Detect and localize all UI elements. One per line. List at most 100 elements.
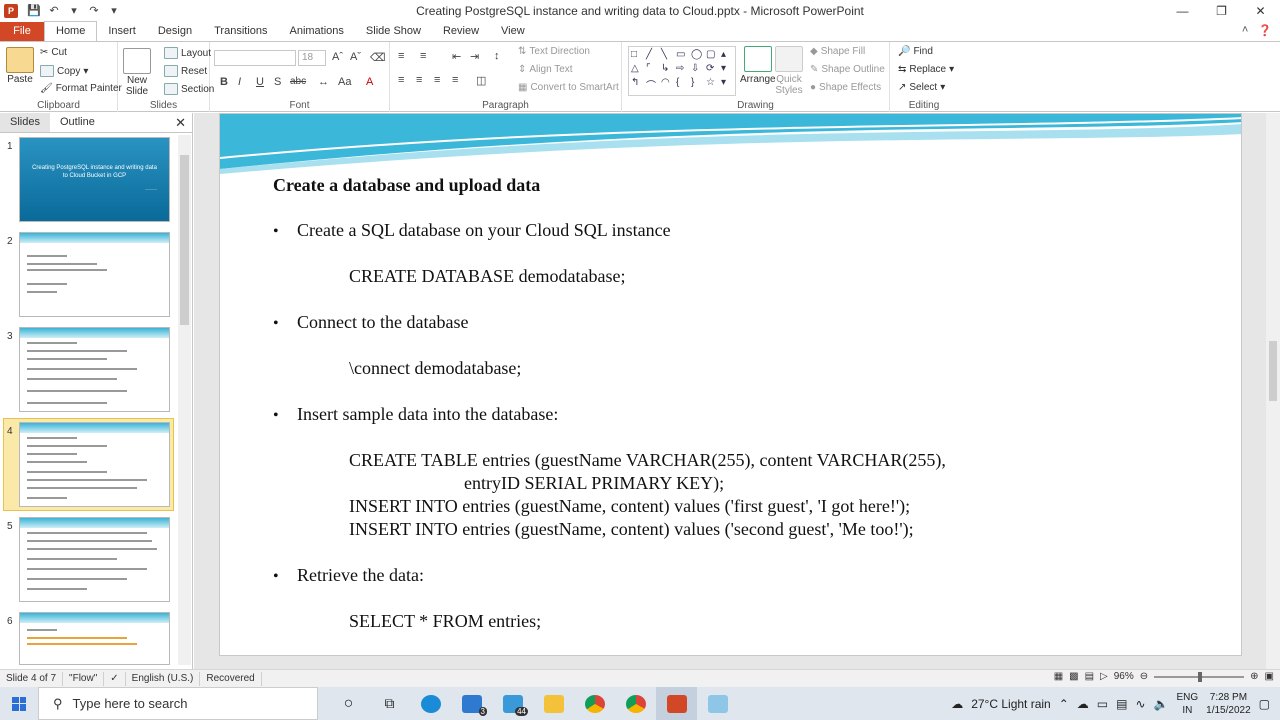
clear-format-icon[interactable]: ⌫ [370,51,386,64]
curve-shape-icon[interactable]: ⌒ [646,77,660,93]
tab-file[interactable]: File [0,22,44,41]
volume-icon[interactable]: 🔈 [1154,697,1169,711]
underline-button[interactable]: U [256,76,264,88]
convert-smartart-button[interactable]: ▦ Convert to SmartArt [518,82,619,93]
bullet-text[interactable]: Create a SQL database on your Cloud SQL … [297,220,671,241]
onedrive-icon[interactable]: ☁ [1077,697,1089,711]
elbow-shape-icon[interactable]: ⌜ [646,63,660,75]
battery-icon[interactable]: ▭ [1097,697,1108,711]
gallery-more-icon[interactable]: ▾ [721,77,735,93]
zoom-slider[interactable] [1154,671,1245,682]
grow-font-icon[interactable]: Aˆ [332,51,343,63]
align-right-icon[interactable]: ≡ [434,74,440,86]
align-center-icon[interactable]: ≡ [416,74,422,86]
triangle-shape-icon[interactable]: △ [631,63,645,75]
line-shape-icon[interactable]: ╲ [661,49,675,61]
cut-button[interactable]: ✂ Cut [40,47,67,58]
slide-heading[interactable]: Create a database and upload data [273,175,540,196]
font-color-icon[interactable]: A [366,76,373,88]
tab-insert[interactable]: Insert [97,22,147,41]
editor-scrollbar[interactable] [1266,113,1280,669]
bullet-text[interactable]: Insert sample data into the database: [297,404,558,425]
normal-view-icon[interactable]: ▦ [1054,671,1063,682]
code-line[interactable]: CREATE TABLE entries (guestName VARCHAR(… [349,450,946,471]
tab-slides[interactable]: Slides [0,113,50,132]
bold-button[interactable]: B [220,76,228,88]
tab-home[interactable]: Home [44,21,98,41]
brace-right-shape-icon[interactable]: } [691,77,705,93]
language-indicator[interactable]: English (U.S.) [126,671,201,686]
task-view-icon[interactable]: ⧉ [369,687,410,720]
paste-button[interactable]: Paste [6,47,34,85]
edge-icon[interactable] [410,687,451,720]
increase-indent-icon[interactable]: ⇥ [470,50,479,63]
weather-icon[interactable]: ☁ [951,697,963,711]
gallery-down-icon[interactable]: ▾ [721,63,735,75]
shapes-gallery[interactable]: □ ╱ ╲ ▭ ◯ ▢ ▴ △ ⌜ ↳ ⇨ ⇩ ⟳ ▾ ↰ ⌒ ◠ { } ☆ … [628,46,736,96]
replace-button[interactable]: ⇆ Replace ▾ [898,64,954,75]
code-line[interactable]: entryID SERIAL PRIMARY KEY); [464,473,724,494]
numbering-icon[interactable]: ≡ [420,50,426,62]
elbow-arrow-shape-icon[interactable]: ↳ [661,63,675,75]
powerpoint-icon[interactable] [656,687,697,720]
gallery-up-icon[interactable]: ▴ [721,49,735,61]
save-icon[interactable]: 💾 [26,4,42,17]
zoom-in-icon[interactable]: ⊕ [1250,671,1258,682]
tab-transitions[interactable]: Transitions [203,22,278,41]
help-icon[interactable]: ❓ [1258,24,1272,37]
section-button[interactable]: Section [164,83,214,95]
redo-icon[interactable]: ↷ [86,4,102,17]
right-arrow-shape-icon[interactable]: ⇨ [676,63,690,75]
bullet-text[interactable]: Retrieve the data: [297,565,424,586]
notifications-icon[interactable]: ▢ [1259,697,1270,711]
code-line[interactable]: CREATE DATABASE demodatabase; [349,266,626,287]
tab-design[interactable]: Design [147,22,203,41]
reset-button[interactable]: Reset [164,65,207,77]
down-arrow-shape-icon[interactable]: ⇩ [691,63,705,75]
tab-review[interactable]: Review [432,22,490,41]
columns-icon[interactable]: ◫ [476,74,486,87]
bullets-icon[interactable]: ≡ [398,50,404,62]
format-painter-button[interactable]: 🖌 Format Painter [40,83,122,94]
slide-sorter-icon[interactable]: ▩ [1069,671,1078,682]
rounded-rect-shape-icon[interactable]: ▢ [706,49,720,61]
code-line[interactable]: INSERT INTO entries (guestName, content)… [349,496,910,517]
arrange-button[interactable]: Arrange [740,46,776,85]
decrease-indent-icon[interactable]: ⇤ [452,50,461,63]
zoom-slider-knob[interactable] [1198,671,1203,682]
change-case-icon[interactable]: Aa [338,76,351,88]
slideshow-icon[interactable]: ▷ [1100,671,1108,682]
fit-to-window-icon[interactable]: ▣ [1265,671,1274,682]
undo-icon[interactable]: ↶ [46,4,62,17]
chevron-up-icon[interactable]: ⌃ [1059,697,1069,711]
slides-pane-scrollbar[interactable] [178,135,191,665]
customize-qat-icon[interactable]: ▾ [106,4,122,17]
close-icon[interactable]: ✕ [1241,0,1280,21]
select-button[interactable]: ↗ Select ▾ [898,82,945,93]
clock[interactable]: 7:28 PM 1/15/2022 [1206,691,1251,717]
notepad-icon[interactable] [697,687,738,720]
font-name-field[interactable] [214,50,296,66]
quick-styles-button[interactable]: Quick Styles [775,46,803,96]
layout-button[interactable]: Layout [164,47,211,59]
tab-view[interactable]: View [490,22,536,41]
tab-animations[interactable]: Animations [279,22,355,41]
zoom-level[interactable]: 96% [1114,671,1134,682]
teams-icon[interactable]: 44 [492,687,533,720]
justify-icon[interactable]: ≡ [452,74,458,86]
code-line[interactable]: INSERT INTO entries (guestName, content)… [349,519,914,540]
powerpoint-app-icon[interactable]: P [4,3,18,18]
taskbar-search[interactable]: ⚲ Type here to search [38,687,318,720]
minimize-ribbon-icon[interactable]: ˄ [1242,24,1248,37]
tab-outline[interactable]: Outline [50,113,105,132]
wifi-icon[interactable]: ∿ [1135,697,1145,711]
bent-arrow-shape-icon[interactable]: ↰ [631,77,645,93]
input-language[interactable]: ENG IN [1176,691,1198,717]
chevron-down-icon[interactable]: ▾ [66,4,82,17]
shrink-font-icon[interactable]: Aˇ [350,51,361,63]
oval-shape-icon[interactable]: ◯ [691,49,705,61]
new-slide-button[interactable]: New Slide [122,48,152,97]
bullet-text[interactable]: Connect to the database [297,312,468,333]
start-button[interactable] [0,687,38,720]
close-icon[interactable]: ✕ [175,115,186,131]
